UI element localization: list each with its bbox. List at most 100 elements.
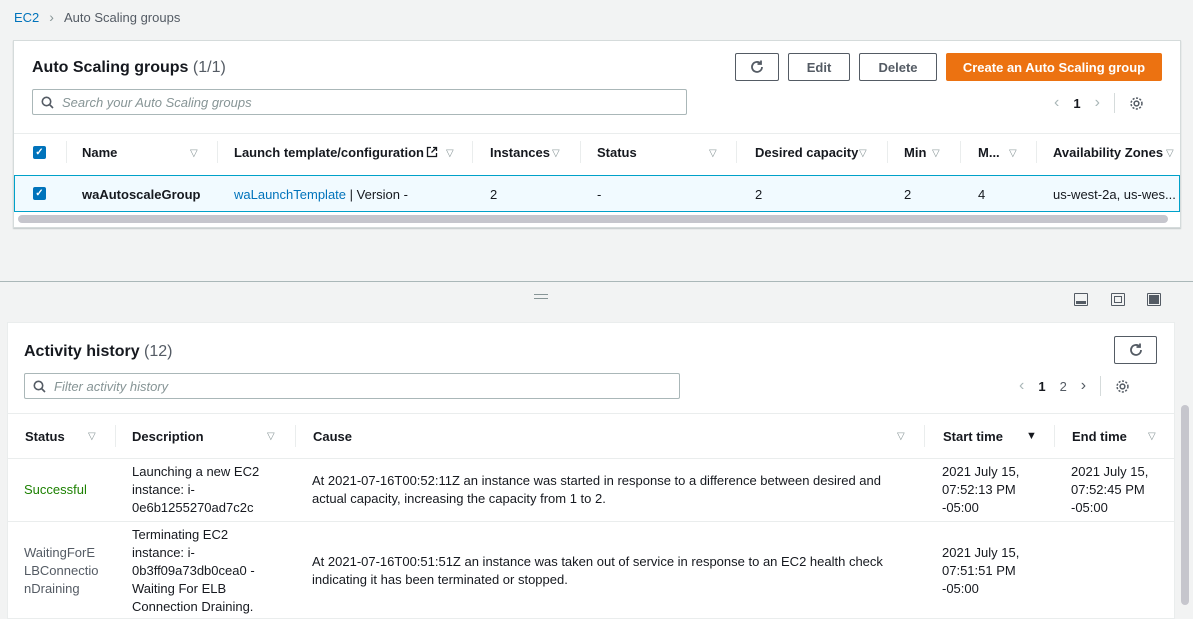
col-header-availability-zones[interactable]: Availability Zones (1053, 145, 1163, 160)
layout-bottom-panel-icon[interactable] (1074, 293, 1088, 306)
cause-line: At 2021-07-16T00:51:51Z an instance was … (312, 554, 883, 569)
column-divider (1054, 425, 1055, 447)
sort-descending-icon[interactable]: ▼ (1026, 430, 1037, 442)
col-header-status[interactable]: Status (597, 145, 637, 160)
chevron-left-icon[interactable]: ‹ (1019, 377, 1024, 395)
chevron-right-icon[interactable]: › (1081, 377, 1086, 395)
col-header-description[interactable]: Description (132, 429, 204, 444)
column-divider (66, 141, 67, 163)
description-line: 0b3ff09a73db0cea0 - (132, 563, 255, 578)
row-checkbox[interactable]: ✓ (33, 187, 46, 200)
edit-button[interactable]: Edit (788, 53, 850, 81)
start-time-line: -05:00 (942, 500, 979, 515)
description-line: Launching a new EC2 (132, 464, 260, 479)
select-all-checkbox[interactable]: ✓ (33, 146, 46, 159)
sort-caret-icon[interactable]: ▽ (1009, 148, 1017, 159)
column-divider (924, 425, 925, 447)
start-time-cell: 2021 July 15, 07:51:51 PM -05:00 (942, 544, 1019, 598)
chevron-left-icon[interactable]: ‹ (1054, 94, 1059, 112)
horizontal-scrollbar[interactable] (18, 215, 1168, 223)
col-header-end-time[interactable]: End time (1072, 429, 1127, 444)
sort-caret-icon[interactable]: ▽ (897, 431, 905, 442)
col-header-desired-capacity[interactable]: Desired capacity (755, 145, 858, 160)
description-line: Waiting For ELB (132, 581, 227, 596)
col-header-instances[interactable]: Instances (490, 145, 550, 160)
column-divider (472, 141, 473, 163)
max-cell: 4 (978, 187, 986, 202)
asg-name-link[interactable]: waAutoscaleGroup (82, 187, 200, 202)
column-divider (580, 141, 581, 163)
activity-page-1[interactable]: 1 (1038, 379, 1045, 394)
asg-page-1[interactable]: 1 (1073, 96, 1080, 111)
activity-title: Activity history (12) (24, 343, 173, 361)
sort-caret-icon[interactable]: ▽ (446, 148, 454, 159)
sort-caret-icon[interactable]: ▽ (88, 431, 96, 442)
col-header-cause[interactable]: Cause (313, 429, 352, 444)
version-text: | Version - (346, 187, 408, 202)
sort-caret-icon[interactable]: ▽ (267, 431, 275, 442)
refresh-icon (1129, 343, 1142, 356)
start-time-line: 07:51:51 PM (942, 563, 1016, 578)
col-header-max[interactable]: M... (978, 145, 1000, 160)
col-header-launch-template[interactable]: Launch template/configuration (234, 145, 424, 160)
start-time-line: 2021 July 15, (942, 545, 1020, 560)
divider (8, 413, 1174, 414)
sort-caret-icon[interactable]: ▽ (1166, 148, 1174, 159)
layout-side-panel-icon[interactable] (1111, 293, 1125, 306)
description-line: Connection Draining. (132, 599, 254, 614)
table-row[interactable]: ✓ waAutoscaleGroup waLaunchTemplate | Ve… (14, 175, 1180, 212)
column-divider (295, 425, 296, 447)
divider (1113, 93, 1115, 113)
create-asg-button[interactable]: Create an Auto Scaling group (946, 53, 1162, 81)
chevron-right-icon[interactable]: › (1095, 94, 1100, 112)
asg-title-text: Auto Scaling groups (32, 59, 189, 76)
sort-caret-icon[interactable]: ▽ (552, 148, 560, 159)
col-header-start-time[interactable]: Start time (943, 429, 1003, 444)
vertical-scrollbar[interactable] (1181, 405, 1189, 605)
status-cell: WaitingForE LBConnectio nDraining (24, 544, 98, 598)
cause-line: indicating it has been terminated or sto… (312, 572, 568, 587)
status-cell: Successful (24, 481, 87, 499)
col-header-name[interactable]: Name (82, 145, 117, 160)
asg-pagination: ‹ 1 › (1054, 93, 1144, 113)
asg-search-box[interactable] (32, 89, 687, 115)
breadcrumb-ec2-link[interactable]: EC2 (14, 10, 39, 25)
refresh-button[interactable] (735, 53, 779, 81)
drag-handle-icon[interactable] (534, 294, 548, 299)
status-line: nDraining (24, 581, 80, 596)
end-time-cell: 2021 July 15, 07:52:45 PM -05:00 (1071, 463, 1148, 517)
settings-gear-icon[interactable] (1129, 96, 1144, 111)
description-cell: Terminating EC2 instance: i- 0b3ff09a73d… (132, 526, 255, 616)
start-time-line: 07:52:13 PM (942, 482, 1016, 497)
cause-line: At 2021-07-16T00:52:11Z an instance was … (312, 473, 881, 488)
sort-caret-icon[interactable]: ▽ (709, 148, 717, 159)
launch-template-link[interactable]: waLaunchTemplate (234, 187, 346, 202)
description-line: instance: i- (132, 545, 195, 560)
activity-filter-box[interactable] (24, 373, 680, 399)
col-header-status[interactable]: Status (25, 429, 65, 444)
col-header-min[interactable]: Min (904, 145, 926, 160)
search-icon (41, 96, 54, 109)
activity-title-text: Activity history (24, 343, 140, 360)
cause-cell: At 2021-07-16T00:52:11Z an instance was … (312, 472, 881, 508)
asg-search-input[interactable] (62, 94, 643, 110)
activity-refresh-button[interactable] (1114, 336, 1157, 364)
sort-caret-icon[interactable]: ▽ (1148, 431, 1156, 442)
activity-filter-input[interactable] (54, 378, 636, 394)
split-divider (0, 281, 1193, 282)
sort-caret-icon[interactable]: ▽ (859, 148, 867, 159)
instances-cell: 2 (490, 187, 498, 202)
chevron-right-icon: › (49, 9, 54, 25)
desired-capacity-cell: 2 (755, 187, 763, 202)
description-line: Terminating EC2 (132, 527, 229, 542)
availability-zones-cell: us-west-2a, us-wes... (1053, 187, 1176, 202)
sort-caret-icon[interactable]: ▽ (190, 148, 198, 159)
settings-gear-icon[interactable] (1115, 379, 1130, 394)
column-divider (217, 141, 218, 163)
sort-caret-icon[interactable]: ▽ (932, 148, 940, 159)
layout-full-panel-icon[interactable] (1147, 293, 1161, 306)
asg-count: (1/1) (192, 59, 226, 76)
activity-page-2[interactable]: 2 (1060, 379, 1067, 394)
delete-button[interactable]: Delete (859, 53, 937, 81)
end-time-line: 07:52:45 PM (1071, 482, 1145, 497)
